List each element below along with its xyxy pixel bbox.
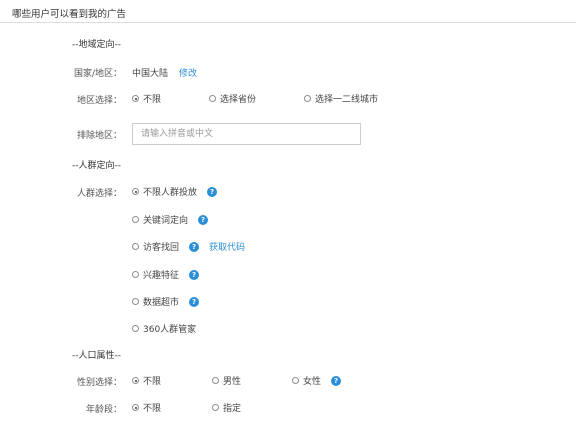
age-option-label: 不限	[143, 404, 162, 414]
gender-option-unlimited[interactable]: 不限	[132, 374, 161, 387]
age-option-specify[interactable]: 指定	[212, 401, 241, 414]
header-divider	[0, 22, 576, 23]
page-title: 哪些用户可以看到我的广告	[12, 9, 127, 20]
audience-option-label: 关键词定向	[143, 216, 189, 226]
radio-icon	[132, 243, 139, 250]
gender-option-female[interactable]: 女性 ?	[292, 374, 342, 387]
region-option-cities[interactable]: 选择一二线城市	[304, 92, 378, 105]
country-value: 中国大陆	[132, 69, 169, 79]
region-option-province[interactable]: 选择省份	[209, 92, 256, 105]
help-question-icon[interactable]: ?	[198, 214, 209, 225]
help-question-icon[interactable]: ?	[189, 296, 200, 307]
section-title-audience: --人群定向--	[72, 161, 121, 171]
region-option-label: 选择一二线城市	[315, 95, 379, 105]
audience-option-visitor-retargeting[interactable]: 访客找回 ? 获取代码	[132, 240, 245, 253]
radio-selected-icon	[132, 377, 139, 384]
edit-country-link[interactable]: 修改	[179, 66, 197, 79]
radio-icon	[212, 404, 219, 411]
audience-option-keyword[interactable]: 关键词定向 ?	[132, 213, 209, 226]
exclude-region-input[interactable]	[132, 123, 361, 145]
audience-option-360-manager[interactable]: 360人群管家	[132, 322, 196, 335]
gender-option-label: 男性	[223, 377, 242, 387]
radio-selected-icon	[132, 404, 139, 411]
help-question-icon[interactable]: ?	[207, 186, 218, 197]
age-select-label: 年龄段：	[85, 405, 122, 415]
radio-icon	[132, 298, 139, 305]
radio-selected-icon	[132, 95, 139, 102]
radio-icon	[132, 271, 139, 278]
gender-select-label: 性别选择：	[76, 378, 122, 388]
help-question-icon[interactable]: ?	[189, 241, 200, 252]
audience-select-label: 人群选择：	[76, 189, 122, 199]
section-title-region: --地域定向--	[72, 40, 121, 50]
region-option-unlimited[interactable]: 不限	[132, 92, 161, 105]
country-label: 国家/地区：	[73, 69, 122, 79]
get-code-link[interactable]: 获取代码	[209, 240, 245, 253]
gender-option-male[interactable]: 男性	[212, 374, 241, 387]
region-option-label: 不限	[143, 95, 162, 105]
audience-option-unlimited[interactable]: 不限人群投放 ?	[132, 185, 218, 198]
age-option-label: 指定	[223, 404, 242, 414]
radio-icon	[132, 325, 139, 332]
section-title-demographics: --人口属性--	[72, 351, 121, 361]
age-option-unlimited[interactable]: 不限	[132, 401, 161, 414]
radio-icon	[304, 95, 311, 102]
audience-option-label: 访客找回	[143, 243, 180, 253]
audience-option-label: 兴趣特征	[143, 271, 180, 281]
audience-option-interest[interactable]: 兴趣特征 ?	[132, 268, 200, 281]
gender-option-label: 女性	[303, 377, 322, 387]
audience-option-label: 不限人群投放	[143, 188, 198, 198]
radio-icon	[212, 377, 219, 384]
exclude-region-label: 排除地区：	[76, 131, 122, 141]
audience-option-data-market[interactable]: 数据超市 ?	[132, 295, 200, 308]
region-option-label: 选择省份	[220, 95, 257, 105]
help-question-icon[interactable]: ?	[331, 375, 342, 386]
radio-selected-icon	[132, 188, 139, 195]
help-question-icon[interactable]: ?	[189, 269, 200, 280]
audience-option-label: 360人群管家	[143, 325, 197, 335]
region-select-label: 地区选择：	[76, 96, 122, 106]
audience-option-label: 数据超市	[143, 298, 180, 308]
radio-icon	[209, 95, 216, 102]
gender-option-label: 不限	[143, 377, 162, 387]
radio-icon	[292, 377, 299, 384]
radio-icon	[132, 216, 139, 223]
